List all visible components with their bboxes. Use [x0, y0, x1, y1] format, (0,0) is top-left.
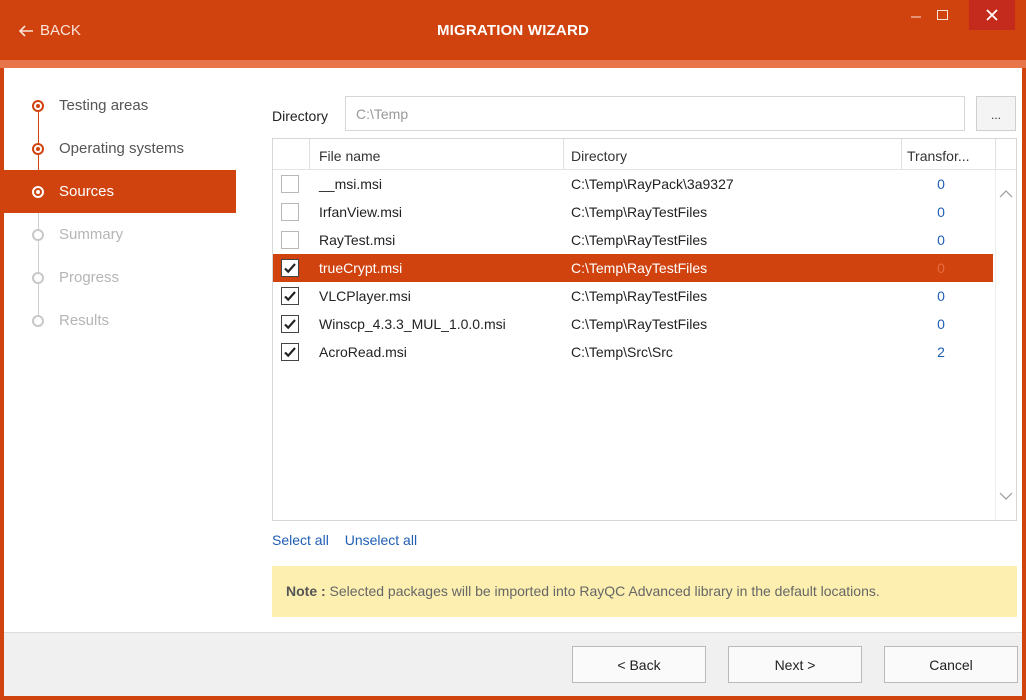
footer-bar: < Back Next > Cancel	[4, 632, 1022, 696]
step-label: Progress	[59, 269, 120, 286]
back-button[interactable]: < Back	[572, 646, 706, 683]
cell-file-name: __msi.msi	[319, 176, 383, 192]
minimize-icon	[911, 16, 921, 18]
next-button[interactable]: Next >	[728, 646, 862, 683]
directory-field[interactable]	[345, 96, 965, 131]
cell-directory: C:\Temp\RayTestFiles	[571, 260, 708, 276]
step-dot-icon	[32, 271, 44, 284]
cell-file-name: RayTest.msi	[319, 232, 396, 248]
close-icon	[986, 9, 998, 21]
directory-label: Directory	[272, 108, 329, 124]
column-separator	[309, 139, 310, 169]
column-separator	[995, 139, 996, 169]
cancel-button[interactable]: Cancel	[884, 646, 1018, 683]
cell-transforms[interactable]: 0	[906, 288, 976, 304]
cell-transforms[interactable]: 2	[906, 344, 976, 360]
close-button[interactable]	[969, 0, 1015, 30]
row-checkbox[interactable]	[281, 287, 299, 305]
browse-button[interactable]: ...	[976, 96, 1016, 131]
cell-transforms[interactable]: 0	[906, 316, 976, 332]
checkmark-icon	[284, 263, 296, 274]
chevron-down-icon[interactable]	[999, 490, 1013, 502]
column-header-file-name[interactable]: File name	[319, 139, 380, 169]
cell-directory: C:\Temp\RayTestFiles	[571, 232, 708, 248]
step-testing-areas[interactable]: Testing areas	[4, 84, 244, 127]
table-row[interactable]: trueCrypt.msi C:\Temp\RayTestFiles 0	[273, 254, 993, 282]
row-checkbox[interactable]	[281, 259, 299, 277]
cell-file-name: VLCPlayer.msi	[319, 288, 411, 304]
window-border-right	[1022, 68, 1026, 700]
cell-file-name: AcroRead.msi	[319, 344, 407, 360]
table-row[interactable]: IrfanView.msi C:\Temp\RayTestFiles 0	[273, 198, 993, 226]
cell-directory: C:\Temp\Src\Src	[571, 344, 673, 360]
table-row[interactable]: Winscp_4.3.3_MUL_1.0.0.msi C:\Temp\RayTes…	[273, 310, 993, 338]
chevron-up-icon[interactable]	[999, 188, 1013, 200]
window-title: MIGRATION WIZARD	[436, 22, 590, 39]
table-row[interactable]: __msi.msi C:\Temp\RayPack\3a9327 0	[273, 170, 993, 198]
packages-grid: File name Directory Transfor... __msi.ms…	[272, 138, 1017, 521]
step-label: Sources	[59, 183, 115, 200]
row-checkbox[interactable]	[281, 315, 299, 333]
step-sources[interactable]: Sources	[4, 170, 236, 213]
cell-transforms[interactable]: 0	[906, 232, 976, 248]
table-row[interactable]: VLCPlayer.msi C:\Temp\RayTestFiles 0	[273, 282, 993, 310]
maximize-button[interactable]	[929, 0, 955, 30]
step-label: Summary	[59, 226, 124, 243]
step-progress: Progress	[4, 256, 244, 299]
column-header-transforms[interactable]: Transfor...	[907, 139, 970, 169]
row-checkbox[interactable]	[281, 343, 299, 361]
info-note: Note : Selected packages will be importe…	[272, 566, 1017, 617]
cell-directory: C:\Temp\RayTestFiles	[571, 204, 708, 220]
note-text: Selected packages will be imported into …	[325, 583, 880, 599]
title-bar: BACK MIGRATION WIZARD	[0, 0, 1026, 60]
step-label: Operating systems	[59, 140, 185, 157]
cell-directory: C:\Temp\RayPack\3a9327	[571, 176, 734, 192]
checkmark-icon	[284, 347, 296, 358]
grid-rows: __msi.msi C:\Temp\RayPack\3a9327 0 IrfanVie…	[273, 170, 993, 366]
cell-transforms[interactable]: 0	[906, 176, 976, 192]
select-all-link[interactable]: Select all	[272, 532, 329, 548]
cell-directory: C:\Temp\RayTestFiles	[571, 316, 708, 332]
wizard-steps: Testing areas Operating systems Sources …	[4, 84, 244, 342]
step-dot-icon	[32, 314, 44, 327]
window-border-bottom	[0, 696, 1026, 700]
cell-directory: C:\Temp\RayTestFiles	[571, 288, 708, 304]
unselect-all-link[interactable]: Unselect all	[345, 532, 417, 548]
cell-file-name: trueCrypt.msi	[319, 260, 403, 276]
step-dot-icon	[32, 99, 44, 112]
selection-links: Select all Unselect all	[272, 532, 429, 548]
cell-file-name: Winscp_4.3.3_MUL_1.0.0.msi	[319, 316, 506, 332]
step-dot-icon	[32, 228, 44, 241]
step-summary: Summary	[4, 213, 244, 256]
cell-transforms[interactable]: 0	[906, 204, 976, 220]
step-dot-icon	[32, 185, 44, 198]
maximize-icon	[936, 10, 948, 20]
cell-transforms[interactable]: 0	[906, 260, 976, 276]
table-row[interactable]: AcroRead.msi C:\Temp\Src\Src 2	[273, 338, 993, 366]
cell-file-name: IrfanView.msi	[319, 204, 402, 220]
column-separator	[563, 139, 564, 169]
table-row[interactable]: RayTest.msi C:\Temp\RayTestFiles 0	[273, 226, 993, 254]
note-prefix: Note :	[286, 583, 326, 599]
row-checkbox[interactable]	[281, 203, 299, 221]
checkmark-icon	[284, 291, 296, 302]
step-label: Results	[59, 312, 110, 329]
row-checkbox[interactable]	[281, 175, 299, 193]
row-checkbox[interactable]	[281, 231, 299, 249]
step-operating-systems[interactable]: Operating systems	[4, 127, 244, 170]
step-dot-icon	[32, 142, 44, 155]
title-accent-bar	[0, 60, 1026, 68]
column-separator	[901, 139, 902, 169]
column-header-directory[interactable]: Directory	[571, 139, 627, 169]
minimize-button[interactable]	[903, 0, 929, 30]
checkmark-icon	[284, 319, 296, 330]
grid-scrollbar[interactable]	[995, 170, 1016, 520]
grid-header: File name Directory Transfor...	[273, 139, 1016, 170]
step-label: Testing areas	[59, 97, 149, 114]
step-results: Results	[4, 299, 244, 342]
